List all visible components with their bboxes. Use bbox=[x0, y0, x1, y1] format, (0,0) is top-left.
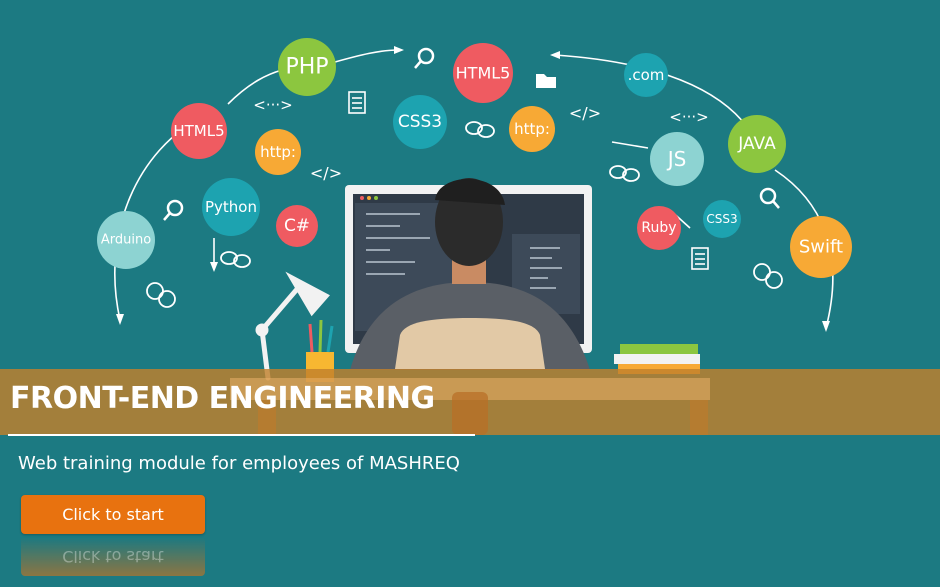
svg-text:CSS3: CSS3 bbox=[706, 212, 737, 226]
bubble-python: Python bbox=[202, 178, 260, 236]
svg-text:HTML5: HTML5 bbox=[173, 122, 224, 140]
code-mark: </> bbox=[310, 164, 342, 183]
bubble-arduino: Arduino bbox=[97, 211, 155, 269]
course-subtitle: Web training module for employees of MAS… bbox=[18, 453, 460, 474]
svg-text:Ruby: Ruby bbox=[641, 220, 676, 236]
svg-text:JS: JS bbox=[666, 147, 687, 171]
start-button[interactable]: Click to start bbox=[21, 495, 205, 534]
bubble-csharp: C# bbox=[276, 205, 318, 247]
svg-text:CSS3: CSS3 bbox=[398, 112, 442, 132]
bubble-html5-top: HTML5 bbox=[453, 43, 513, 103]
svg-text:JAVA: JAVA bbox=[737, 134, 776, 154]
chat-icon bbox=[609, 165, 640, 182]
chat-icon bbox=[465, 121, 495, 138]
chat-icon bbox=[220, 251, 251, 268]
folder-icon bbox=[536, 74, 556, 88]
bubble-css3-center: CSS3 bbox=[393, 95, 447, 149]
code-mark: </> bbox=[569, 104, 601, 123]
code-mark: <···> bbox=[669, 108, 708, 126]
bubble-html5-left: HTML5 bbox=[171, 103, 227, 159]
course-title: FRONT-END ENGINEERING bbox=[10, 381, 435, 416]
magnifier-icon bbox=[414, 47, 435, 69]
link-icon bbox=[146, 282, 176, 308]
svg-text:Swift: Swift bbox=[799, 237, 843, 258]
svg-text:C#: C# bbox=[284, 216, 310, 236]
svg-text:PHP: PHP bbox=[285, 55, 328, 80]
bubble-http-left: http: bbox=[255, 129, 301, 175]
document-icon bbox=[348, 91, 366, 114]
bubble-js: JS bbox=[650, 132, 704, 186]
start-button-reflection-label: Click to start bbox=[62, 547, 164, 566]
code-mark: <···> bbox=[253, 96, 292, 114]
magnifier-icon bbox=[759, 187, 780, 209]
svg-text:Arduino: Arduino bbox=[101, 233, 151, 248]
title-underline bbox=[8, 434, 475, 436]
magnifier-icon bbox=[163, 199, 184, 221]
svg-text:HTML5: HTML5 bbox=[456, 64, 511, 83]
svg-text:.com: .com bbox=[628, 66, 665, 84]
bubble-java: JAVA bbox=[728, 115, 786, 173]
bubble-php: PHP bbox=[278, 38, 336, 96]
svg-text:Python: Python bbox=[205, 198, 257, 216]
bubble-dotcom: .com bbox=[624, 53, 668, 97]
bubble-swift: Swift bbox=[790, 216, 852, 278]
bubble-ruby: Ruby bbox=[637, 206, 681, 250]
course-intro-slide: <···> </> </> <···> PHP HTML5 HTML5 CSS3… bbox=[0, 0, 940, 587]
document-icon bbox=[691, 247, 709, 270]
svg-text:http:: http: bbox=[260, 143, 296, 161]
link-icon bbox=[753, 263, 783, 289]
start-button-reflection: Click to start bbox=[21, 537, 205, 576]
svg-text:http:: http: bbox=[514, 120, 550, 138]
bubble-http-center: http: bbox=[509, 106, 555, 152]
bubble-css3-right: CSS3 bbox=[703, 200, 741, 238]
